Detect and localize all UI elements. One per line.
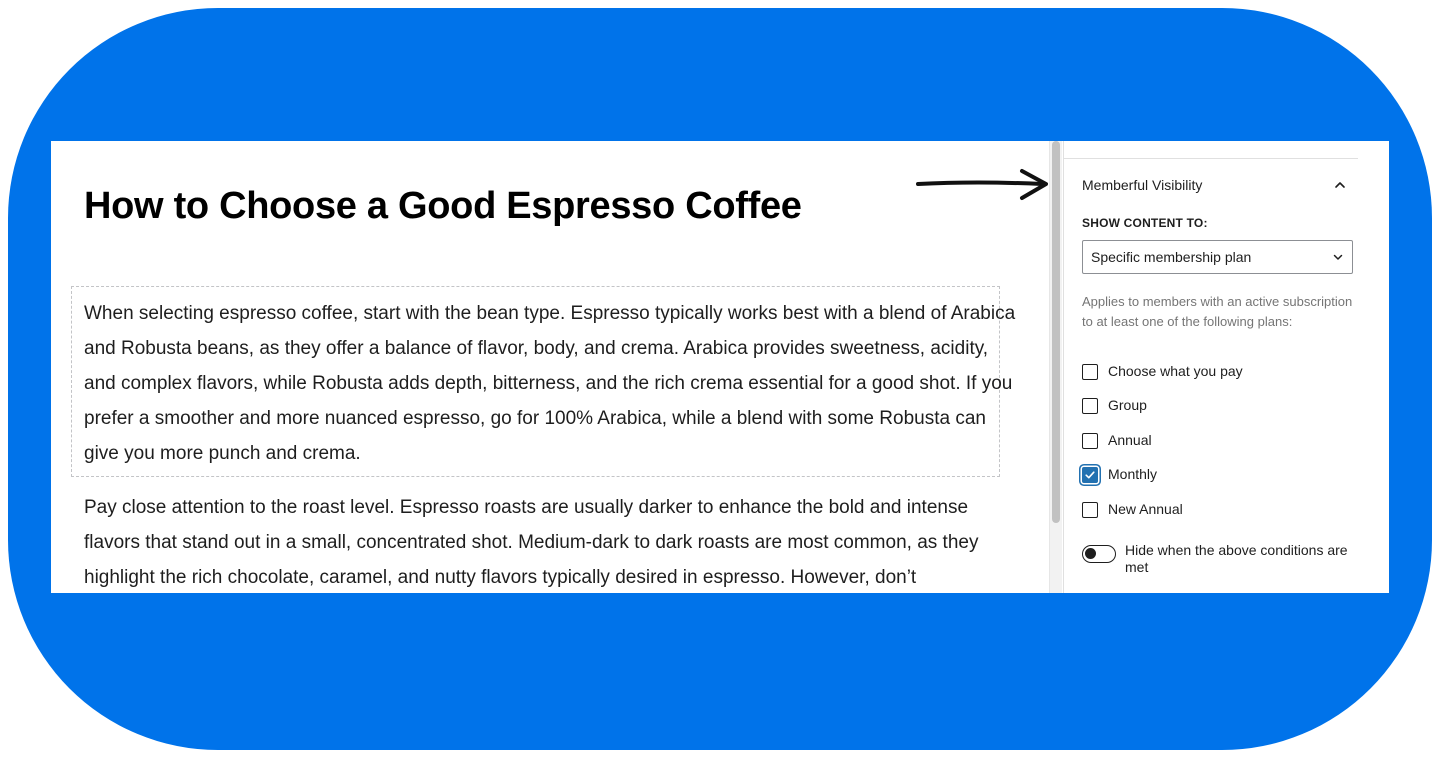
editor-scrollbar[interactable] <box>1049 141 1062 593</box>
paragraph-block-1[interactable]: When selecting espresso coffee, start wi… <box>84 296 1019 471</box>
settings-sidebar: Memberful Visibility SHOW CONTENT TO: Sp… <box>1063 141 1389 593</box>
visibility-select[interactable]: Specific membership plan <box>1082 240 1353 274</box>
scrollbar-thumb[interactable] <box>1052 141 1060 523</box>
screenshot-area: How to Choose a Good Espresso Coffee Whe… <box>51 141 1389 593</box>
checkbox[interactable] <box>1082 433 1098 449</box>
plan-label: Annual <box>1108 432 1152 448</box>
show-content-label: SHOW CONTENT TO: <box>1082 216 1208 230</box>
divider <box>1064 158 1358 159</box>
plan-label: Monthly <box>1108 466 1158 482</box>
checkbox[interactable] <box>1082 398 1098 414</box>
checkbox-checked[interactable] <box>1082 467 1098 483</box>
select-value: Specific membership plan <box>1091 249 1252 265</box>
toggle-knob <box>1085 548 1096 559</box>
plan-label: Choose what you pay <box>1108 363 1243 379</box>
chevron-up-icon[interactable] <box>1332 177 1348 193</box>
post-editor: How to Choose a Good Espresso Coffee Whe… <box>51 141 1051 593</box>
chevron-down-icon <box>1333 254 1343 260</box>
help-text: Applies to members with an active subscr… <box>1082 294 1353 329</box>
checkmark-icon <box>1085 471 1095 479</box>
arrow-right-icon <box>916 169 1048 200</box>
toggle-label: Hide when the above conditions are met <box>1125 542 1348 575</box>
hide-toggle[interactable] <box>1082 545 1116 563</box>
plan-label: New Annual <box>1108 501 1183 517</box>
post-title[interactable]: How to Choose a Good Espresso Coffee <box>84 185 802 228</box>
plan-label: Group <box>1108 397 1147 413</box>
paragraph-block-2[interactable]: Pay close attention to the roast level. … <box>84 490 1019 593</box>
panel-title[interactable]: Memberful Visibility <box>1082 177 1202 193</box>
checkbox[interactable] <box>1082 364 1098 380</box>
checkbox[interactable] <box>1082 502 1098 518</box>
